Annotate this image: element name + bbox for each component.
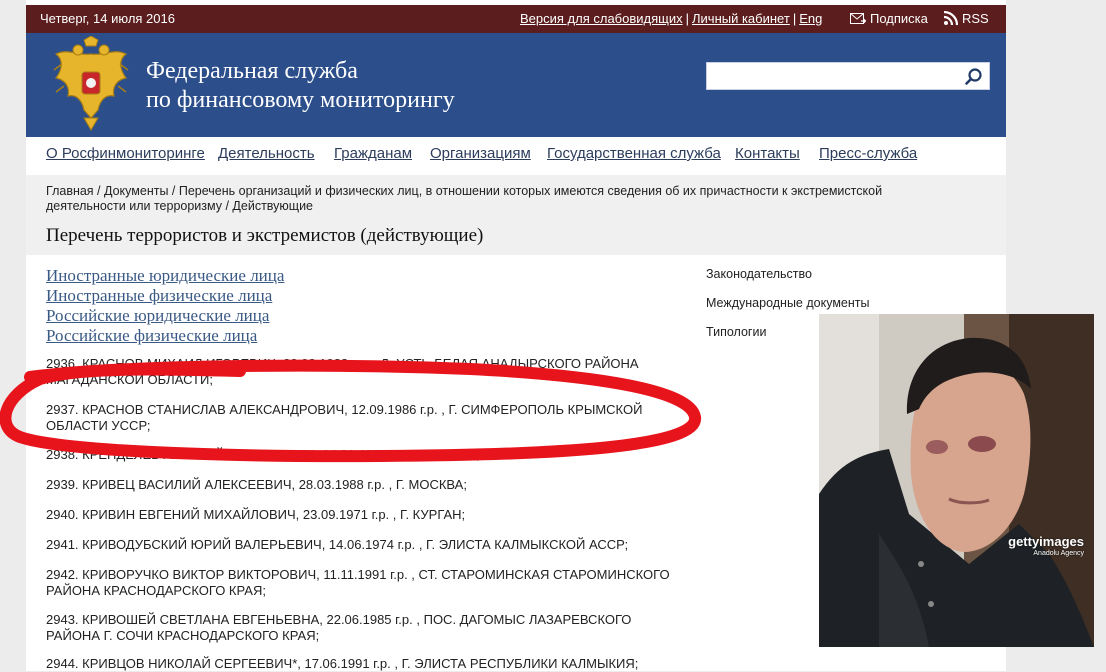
list-item: 2938. КРЕНДЕЛЕВ АЛЕКСЕЙ АЛЕКСЕЕВИЧ, 14.0… [46,447,480,462]
rss-link[interactable]: RSS [944,11,989,26]
portrait-image [819,314,1094,647]
list-item-highlighted: 2937. КРАСНОВ СТАНИСЛАВ АЛЕКСАНДРОВИЧ, 1… [46,402,643,433]
nav-item-about[interactable]: О Росфинмониторинге [46,145,205,162]
getty-watermark: gettyimages Anadolu Agency [1008,534,1084,560]
site-header: Федеральная служба по финансовому монито… [26,33,1006,137]
current-date: Четверг, 14 июля 2016 [40,11,175,26]
org-name-line1: Федеральная служба [146,58,358,84]
nav-item-contacts[interactable]: Контакты [735,145,800,162]
nav-item-organizations[interactable]: Организациям [430,145,531,162]
rss-label: RSS [962,11,989,26]
category-russian-individuals[interactable]: Российские физические лица [46,326,284,346]
list-item: 2940. КРИВИН ЕВГЕНИЙ МИХАЙЛОВИЧ, 23.09.1… [46,507,466,522]
page-title: Перечень террористов и экстремистов (дей… [46,225,484,246]
org-name-line2: по финансовому мониторингу [146,87,455,113]
subscribe-label: Подписка [870,11,928,26]
search-input[interactable] [711,66,965,88]
sidebar-item-international-docs[interactable]: Международные документы [706,295,869,311]
top-bar: Четверг, 14 июля 2016 Версия для слабови… [26,5,1006,33]
list-item: 2943. КРИВОШЕЙ СВЕТЛАНА ЕВГЕНЬЕВНА, 22.0… [46,612,632,643]
category-foreign-legal[interactable]: Иностранные юридические лица [46,266,284,286]
envelope-icon [850,13,866,24]
list-item: 2939. КРИВЕЦ ВАСИЛИЙ АЛЕКСЕЕВИЧ, 28.03.1… [46,477,467,492]
nav-item-press[interactable]: Пресс-служба [819,145,917,162]
nav-item-activity[interactable]: Деятельность [218,145,315,162]
nav-item-citizens[interactable]: Гражданам [334,145,412,162]
english-link[interactable]: Eng [799,11,822,26]
category-foreign-individuals[interactable]: Иностранные физические лица [46,286,284,306]
search-box [706,62,990,90]
watermark-text: gettyimages [1008,534,1084,549]
list-item: 2936. КРАСНОВ МИХАИЛ ИГОРЕВИЧ, 22.02.198… [46,356,639,387]
watermark-agency: Anadolu Agency [1033,550,1084,557]
person-photo: gettyimages Anadolu Agency [819,314,1094,647]
category-links: Иностранные юридические лица Иностранные… [46,266,284,346]
personal-account-link[interactable]: Личный кабинет [692,11,790,26]
category-russian-legal[interactable]: Российские юридические лица [46,306,284,326]
subscribe-link[interactable]: Подписка [850,11,928,26]
search-icon[interactable] [964,67,984,87]
list-item: 2941. КРИВОДУБСКИЙ ЮРИЙ ВАЛЕРЬЕВИЧ, 14.0… [46,537,629,552]
top-links: Версия для слабовидящих | Личный кабинет | E… [520,11,823,26]
sidebar-item-legislation[interactable]: Законодательство [706,266,869,282]
list-item: 2942. КРИВОРУЧКО ВИКТОР ВИКТОРОВИЧ, 11.1… [46,567,670,598]
organization-name[interactable]: Федеральная служба по финансовому монито… [146,57,455,115]
accessibility-version-link[interactable]: Версия для слабовидящих [520,11,683,26]
breadcrumb-area: Главная / Документы / Перечень организац… [26,175,1006,255]
main-nav: О Росфинмониторинге Деятельность Граждан… [26,137,1006,173]
list-item: 2944. КРИВЦОВ НИКОЛАЙ СЕРГЕЕВИЧ*, 17.06.… [46,656,639,671]
rss-icon [944,11,958,25]
double-headed-eagle-emblem-icon[interactable] [48,36,134,132]
nav-item-civil-service[interactable]: Государственная служба [547,145,721,162]
breadcrumb[interactable]: Главная / Документы / Перечень организац… [46,184,946,214]
